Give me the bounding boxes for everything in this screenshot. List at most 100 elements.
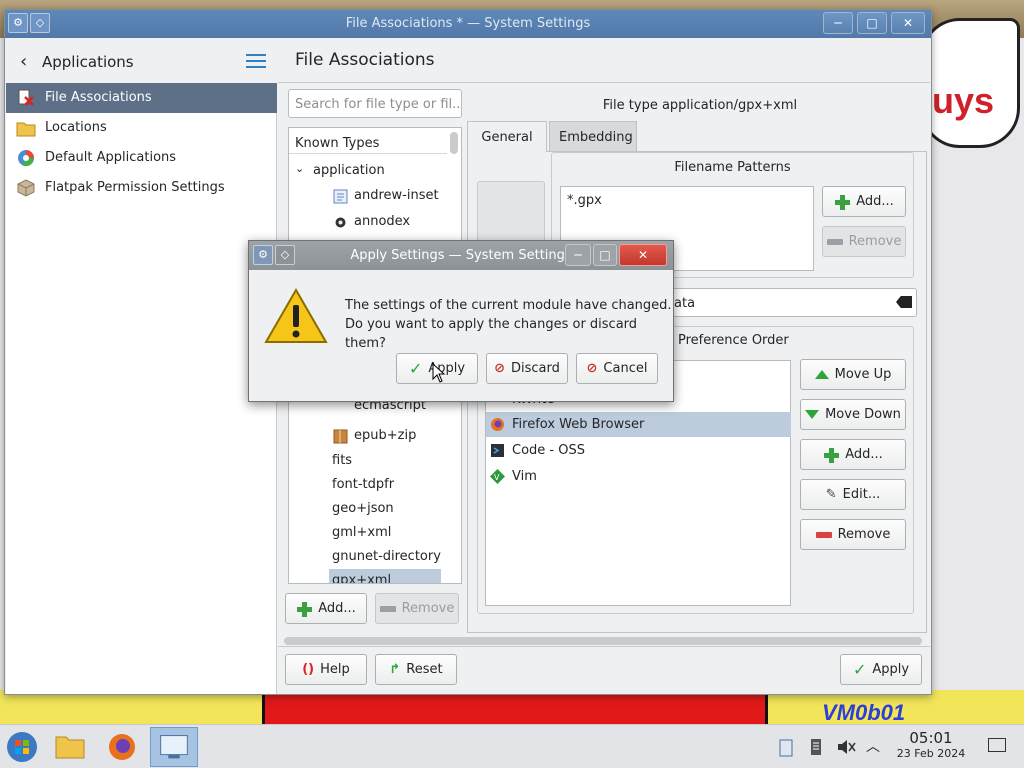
add-type-button[interactable]: Add... (285, 593, 367, 624)
app-item-firefox[interactable]: Firefox Web Browser (486, 412, 791, 437)
remove-pattern-button[interactable]: Remove (822, 226, 906, 257)
move-down-button[interactable]: Move Down (800, 399, 906, 430)
tree-item-font-tdpfr[interactable]: font-tdpfr (289, 473, 447, 497)
tree-item-gpx-xml[interactable]: gpx+xml (329, 569, 441, 583)
remove-type-button[interactable]: Remove (375, 593, 459, 624)
clipboard-icon[interactable] (778, 737, 794, 757)
show-desktop-icon[interactable] (988, 738, 1006, 752)
search-input[interactable]: Search for file type or fil... (288, 89, 462, 118)
sidebar-item-flatpak[interactable]: Flatpak Permission Settings (6, 173, 277, 203)
clock[interactable]: 05:01 23 Feb 2024 (888, 729, 974, 760)
clock-date: 23 Feb 2024 (896, 747, 966, 760)
tree-item-gnunet-directory[interactable]: gnunet-directory (289, 545, 447, 569)
help-icon: () (302, 662, 315, 677)
button-label: Discard (511, 361, 560, 376)
settings-icon (160, 735, 188, 759)
dialog-maximize-button[interactable]: □ (593, 244, 617, 266)
clear-text-icon[interactable] (896, 296, 912, 308)
hamburger-menu-icon[interactable] (246, 54, 266, 68)
button-label: Remove (401, 601, 455, 616)
app-label: Code - OSS (512, 443, 585, 458)
sidebar-item-file-associations[interactable]: File Associations (6, 83, 277, 113)
app-item-vim[interactable]: V Vim (486, 464, 791, 489)
app-label: Vim (512, 469, 537, 484)
file-manager-task[interactable] (48, 727, 92, 767)
tree-group-label: application (313, 163, 385, 178)
tree-item-geo-json[interactable]: geo+json (289, 497, 447, 521)
checkmark-icon: ✓ (852, 660, 867, 679)
window-title: File Associations * — System Settings (345, 16, 591, 31)
dialog-titlebar[interactable]: ⚙ ◇ Apply Settings — System Settings ─ □… (249, 241, 673, 270)
app-item-code-oss[interactable]: Code - OSS (486, 438, 791, 463)
system-settings-task[interactable] (150, 727, 198, 767)
sidebar: ‹ Applications File Associations Locatio… (6, 39, 277, 694)
apply-button[interactable]: ✓ Apply (840, 654, 922, 685)
window-titlebar[interactable]: ⚙ ◇ File Associations * — System Setting… (5, 10, 931, 38)
tab-general[interactable]: General (467, 121, 547, 152)
tree-item-epub-zip[interactable]: epub+zip (289, 424, 447, 448)
tree-item-fits[interactable]: fits (289, 449, 447, 473)
pattern-item[interactable]: *.gpx (567, 193, 602, 208)
move-up-button[interactable]: Move Up (800, 359, 906, 390)
button-label: Move Up (834, 367, 892, 382)
firefox-icon (491, 418, 504, 431)
mouse-cursor-icon (432, 363, 446, 383)
pencil-icon: ✎ (825, 487, 837, 502)
minimize-button[interactable]: ─ (823, 12, 853, 34)
sidebar-item-label: Locations (45, 120, 107, 135)
header-divider (278, 82, 930, 83)
dialog-cancel-button[interactable]: ⊘ Cancel (576, 353, 658, 384)
volume-muted-icon[interactable] (836, 737, 856, 757)
add-application-button[interactable]: Add... (800, 439, 906, 470)
tree-item-annodex[interactable]: annodex (289, 210, 447, 234)
edit-application-button[interactable]: ✎ Edit... (800, 479, 906, 510)
minus-icon (379, 605, 396, 612)
wallpaper-red-block (262, 690, 768, 724)
plus-icon (296, 601, 313, 617)
horizontal-scrollbar[interactable] (284, 637, 922, 645)
sidebar-item-label: File Associations (45, 90, 152, 105)
back-arrow-icon[interactable]: ‹ (20, 51, 27, 72)
button-label: Add... (845, 447, 883, 462)
sidebar-item-default-applications[interactable]: Default Applications (6, 143, 277, 173)
default-apps-icon (18, 150, 35, 167)
notes-icon[interactable] (808, 737, 824, 757)
dialog-minimize-button[interactable]: ─ (565, 244, 591, 266)
tree-item-label: geo+json (332, 501, 394, 516)
remove-application-button[interactable]: Remove (800, 519, 906, 550)
button-label: Edit... (842, 487, 881, 502)
reset-icon: ↱ (389, 662, 401, 677)
document-icon (333, 189, 348, 204)
wallpaper-signature: VM0b01 (822, 700, 906, 725)
button-label: Move Down (825, 407, 901, 422)
windows-logo-icon (7, 732, 37, 762)
arrow-down-icon (805, 410, 820, 419)
minus-icon (826, 238, 843, 245)
maximize-button[interactable]: □ (857, 12, 887, 34)
apply-settings-dialog: ⚙ ◇ Apply Settings — System Settings ─ □… (248, 240, 674, 402)
tree-item-andrew-inset[interactable]: andrew-inset (289, 184, 447, 208)
sidebar-item-label: Flatpak Permission Settings (45, 180, 225, 195)
close-button[interactable]: ✕ (891, 12, 925, 34)
help-button[interactable]: () Help (285, 654, 367, 685)
reset-button[interactable]: ↱ Reset (375, 654, 457, 685)
tab-embedding[interactable]: Embedding (549, 121, 637, 152)
tree-item-label: gml+xml (332, 525, 392, 540)
dialog-close-button[interactable]: ✕ (619, 244, 667, 266)
media-icon (335, 217, 346, 228)
add-pattern-button[interactable]: Add... (822, 186, 906, 217)
description-field[interactable]: ata (665, 288, 917, 317)
plus-icon (834, 194, 851, 210)
sidebar-back-label[interactable]: Applications (42, 53, 134, 71)
vim-icon: V (490, 469, 505, 484)
tree-item-label: annodex (354, 214, 411, 229)
firefox-task[interactable] (100, 727, 144, 767)
clock-time: 05:01 (909, 729, 953, 747)
chevron-down-icon[interactable]: ⌄ (295, 162, 304, 175)
tree-item-gml-xml[interactable]: gml+xml (289, 521, 447, 545)
start-menu-button[interactable] (0, 727, 44, 767)
chevron-up-icon[interactable]: ︿ (866, 736, 880, 756)
tree-group-application[interactable]: ⌄ application (289, 159, 447, 183)
dialog-discard-button[interactable]: ⊘ Discard (486, 353, 568, 384)
sidebar-item-locations[interactable]: Locations (6, 113, 277, 143)
